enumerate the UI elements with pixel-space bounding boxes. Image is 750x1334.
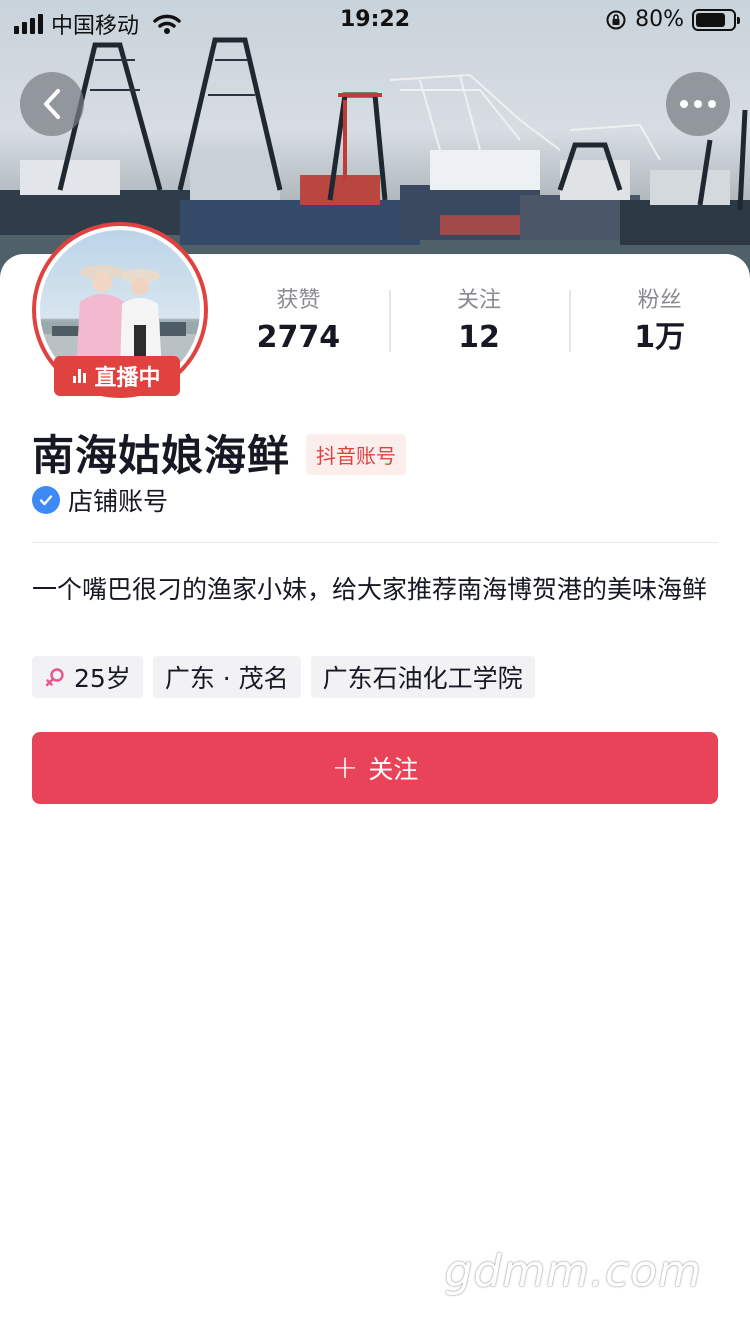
stat-value: 2774 — [256, 320, 341, 355]
live-badge[interactable]: 直播中 — [54, 356, 180, 396]
female-icon — [45, 668, 64, 687]
live-bars-icon — [73, 369, 87, 383]
stat-label: 粉丝 — [637, 288, 682, 313]
stat-following[interactable]: 关注 12 — [388, 286, 570, 356]
status-bar: 中国移动 19:22 80% — [0, 0, 750, 40]
live-label: 直播中 — [94, 366, 161, 391]
profile-tags: 25岁 广东 · 茂名 广东石油化工学院 — [32, 656, 535, 698]
status-right: 80% — [605, 7, 740, 32]
profile-bio: 一个嘴巴很刁的渔家小妹，给大家推荐南海博贺港的美味海鲜 — [32, 575, 708, 604]
orientation-lock-icon — [606, 10, 626, 29]
stat-followers[interactable]: 粉丝 1万 — [569, 286, 750, 356]
more-horizontal-icon — [680, 100, 716, 108]
verification-row[interactable]: 店铺账号 — [32, 482, 168, 518]
tag-age: 25岁 — [32, 656, 143, 698]
stat-label: 关注 — [457, 288, 502, 313]
follow-button-label: 关注 — [368, 755, 419, 784]
stat-value: 1万 — [634, 320, 686, 355]
tag-school-label: 广东石油化工学院 — [322, 664, 523, 693]
chevron-left-icon — [44, 89, 60, 119]
back-button[interactable] — [20, 72, 84, 136]
battery-percent: 80% — [635, 7, 684, 32]
profile-name: 南海姑娘海鲜 — [32, 431, 291, 480]
battery-icon — [692, 8, 740, 31]
verification-label: 店铺账号 — [68, 487, 169, 516]
battery-level — [696, 12, 725, 27]
stat-likes[interactable]: 获赞 2774 — [208, 286, 389, 356]
tag-location-label: 广东 · 茂名 — [164, 664, 289, 693]
name-row: 南海姑娘海鲜 抖音账号 — [32, 422, 407, 483]
stat-value: 12 — [458, 320, 500, 355]
tag-age-label: 25岁 — [74, 664, 131, 693]
more-button[interactable] — [666, 72, 730, 136]
account-type-tag[interactable]: 抖音账号 — [306, 434, 407, 475]
watermark: gdmm.com — [444, 1246, 702, 1297]
tag-school: 广东石油化工学院 — [310, 656, 535, 698]
stats-row: 获赞 2774 关注 12 粉丝 1万 — [208, 286, 750, 356]
tag-location: 广东 · 茂名 — [152, 656, 301, 698]
divider — [32, 542, 718, 543]
follow-button[interactable]: + 关注 — [32, 732, 718, 804]
stat-label: 获赞 — [276, 288, 321, 313]
verified-check-icon — [32, 486, 60, 514]
plus-icon: + — [331, 748, 359, 786]
